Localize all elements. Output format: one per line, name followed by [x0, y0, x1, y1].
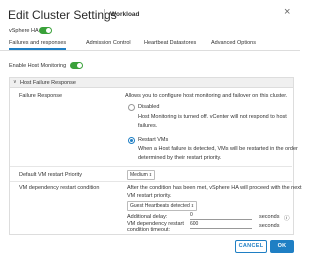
section-header[interactable]: ∨ Host Failure Response: [10, 78, 293, 88]
restart-vms-option-label: Restart VMs: [138, 137, 169, 143]
timeout-label-line-2: condition timeout:: [127, 227, 171, 233]
host-monitoring-toggle[interactable]: [70, 62, 83, 69]
chevron-down-icon: ∨: [13, 79, 17, 85]
select-caret-icon: ⇕: [190, 203, 195, 208]
dependency-condition-value: Guest Heartbeats detected: [130, 203, 190, 209]
disabled-option-label: Disabled: [138, 104, 160, 110]
edit-cluster-settings-dialog: Edit Cluster Settings Workload × vSphere…: [0, 0, 302, 261]
cancel-button[interactable]: CANCEL: [235, 240, 267, 253]
tab-advanced-options[interactable]: Advanced Options: [211, 40, 256, 46]
disabled-radio[interactable]: [128, 104, 135, 111]
divider: [10, 181, 292, 182]
tab-heartbeat-datastores[interactable]: Heartbeat Datastores: [144, 40, 196, 46]
tab-admission-control[interactable]: Admission Control: [86, 40, 131, 46]
tab-failures-and-responses[interactable]: Failures and responses: [9, 40, 67, 50]
restart-priority-value: Medium: [130, 172, 148, 178]
failure-response-label: Failure Response: [19, 93, 63, 99]
section-title: Host Failure Response: [20, 79, 76, 86]
dependency-help-line-1: After the condition has been met, vSpher…: [127, 185, 302, 191]
disabled-help-line-1: Host Monitoring is turned off. vCenter w…: [138, 114, 287, 120]
restart-priority-label: Default VM restart Priority: [19, 172, 82, 178]
additional-delay-label: Additional delay:: [127, 214, 168, 220]
dependency-condition-label: VM dependency restart condition: [19, 185, 100, 191]
failure-response-description: Allows you to configure host monitoring …: [125, 93, 288, 99]
additional-delay-unit: seconds: [259, 214, 280, 220]
timeout-input[interactable]: 600: [190, 221, 252, 229]
restart-vms-help-line-1: When a Host failure is detected, VMs wil…: [138, 146, 298, 152]
dialog-title: Edit Cluster Settings: [8, 8, 117, 22]
close-icon[interactable]: ×: [284, 7, 290, 18]
divider: [10, 166, 292, 167]
additional-delay-input[interactable]: 0: [190, 212, 252, 220]
info-icon[interactable]: ⓘ: [284, 214, 290, 222]
title-divider: [104, 9, 105, 21]
host-monitoring-label: Enable Host Monitoring: [9, 63, 67, 69]
dialog-subtitle: Workload: [110, 11, 140, 18]
ok-button[interactable]: OK: [270, 240, 294, 253]
tab-bar: Failures and responses Admission Control…: [0, 40, 300, 51]
vsphere-ha-label: vSphere HA: [9, 28, 39, 34]
vsphere-ha-toggle[interactable]: [39, 27, 52, 34]
select-caret-icon: ⇕: [148, 172, 153, 177]
restart-priority-select[interactable]: Medium⇕: [127, 170, 156, 180]
dependency-help-line-2: VM restart priority.: [127, 193, 172, 199]
disabled-help-line-2: failures.: [138, 123, 158, 129]
restart-vms-radio[interactable]: [128, 137, 135, 144]
dependency-condition-select[interactable]: Guest Heartbeats detected⇕: [127, 201, 198, 211]
timeout-unit: seconds: [259, 223, 280, 229]
restart-vms-help-line-2: determined by their restart priority.: [138, 155, 222, 161]
